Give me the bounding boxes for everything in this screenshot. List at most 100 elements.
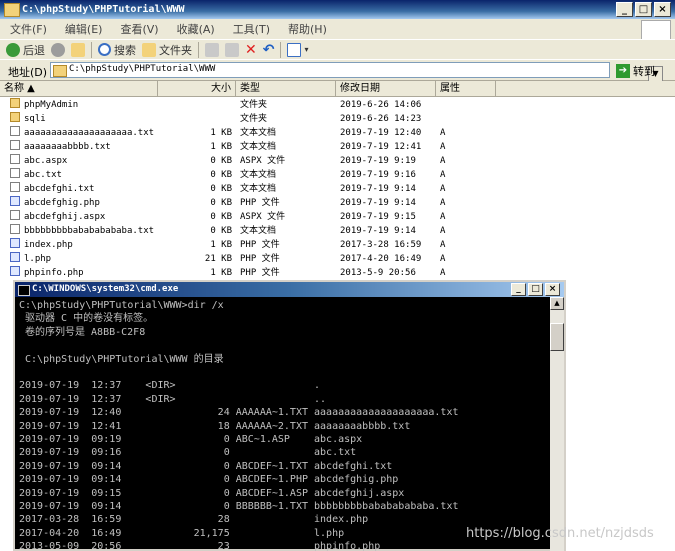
toolbar-divider	[91, 41, 92, 58]
column-modified[interactable]: 修改日期	[336, 81, 436, 96]
file-type: 文本文档	[240, 142, 277, 152]
go-button[interactable]: ➔ 转到	[616, 63, 655, 79]
column-type[interactable]: 类型	[236, 81, 336, 96]
file-type: ASPX 文件	[240, 156, 286, 166]
copy-to-icon	[225, 42, 239, 57]
file-size: 1 KB	[210, 240, 232, 250]
console-line: 2019-07-19 09:14 0 ABCDEF~1.PHP abcdefgh…	[19, 474, 399, 486]
file-name: aaaaaaaabbbb.txt	[24, 142, 111, 152]
address-input[interactable]: C:\phpStudy\PHPTutorial\WWW ▼	[50, 62, 663, 82]
undo-icon: ↶	[262, 41, 275, 58]
file-name: index.php	[24, 240, 73, 250]
file-type: 文件夹	[240, 114, 268, 124]
text-file-icon	[10, 168, 20, 178]
watermark: https://blog.csdn.net/nzjdsds	[466, 526, 654, 541]
file-modified: 2019-6-26 14:23	[340, 114, 422, 124]
console-line: 2019-07-19 09:14 0 ABCDEF~1.TXT abcdefgh…	[19, 460, 393, 472]
file-row[interactable]: abcdefghi.txt 0 KB 文本文档 2019-7-19 9:14 A	[0, 182, 480, 196]
text-file-icon	[10, 182, 20, 192]
windows-logo-icon	[641, 20, 671, 40]
menu-item[interactable]: 编辑(E)	[65, 21, 103, 37]
folder-up-icon	[71, 42, 85, 57]
cmd-minimize-button[interactable]: _	[511, 283, 526, 296]
text-file-icon	[10, 140, 20, 150]
file-size: 21 KB	[204, 254, 232, 264]
file-modified: 2019-6-26 14:06	[340, 100, 422, 110]
move-to-button[interactable]	[205, 42, 219, 57]
scroll-up-icon[interactable]: ▲	[550, 297, 564, 310]
undo-button[interactable]: ↶	[263, 42, 275, 58]
file-name: aaaaaaaaaaaaaaaaaaaa.txt	[24, 128, 155, 138]
chevron-down-icon: ▾	[304, 45, 309, 54]
explorer-titlebar[interactable]: C:\phpStudy\PHPTutorial\WWW _ □ ×	[0, 0, 675, 19]
file-name: sqli	[24, 114, 46, 124]
file-attributes: A	[440, 226, 446, 236]
column-attributes[interactable]: 属性	[436, 81, 496, 96]
file-row[interactable]: aaaaaaaaaaaaaaaaaaaa.txt 1 KB 文本文档 2019-7-1…	[0, 126, 480, 140]
file-row[interactable]: index.php 1 KB PHP 文件 2017-3-28 16:59 A	[0, 238, 480, 252]
folder-icon	[10, 112, 20, 122]
folder-icon	[4, 3, 20, 17]
close-button[interactable]: ×	[654, 2, 671, 17]
file-type: ASPX 文件	[240, 212, 286, 222]
file-type: 文件夹	[240, 100, 268, 110]
file-modified: 2019-7-19 9:14	[340, 184, 416, 194]
file-row[interactable]: sqli 文件夹 2019-6-26 14:23	[0, 112, 480, 126]
forward-button[interactable]	[51, 42, 65, 57]
file-row[interactable]: phpinfo.php 1 KB PHP 文件 2013-5-9 20:56 A	[0, 266, 480, 280]
file-type: 文本文档	[240, 170, 277, 180]
file-modified: 2019-7-19 9:16	[340, 170, 416, 180]
maximize-button[interactable]: □	[635, 2, 652, 17]
php-file-icon	[10, 252, 20, 262]
back-arrow-icon	[6, 42, 20, 57]
column-size[interactable]: 大小	[158, 81, 236, 96]
folders-icon	[142, 42, 156, 57]
views-button[interactable]: ▾	[287, 42, 309, 57]
copy-to-button[interactable]	[225, 42, 239, 57]
file-modified: 2019-7-19 9:14	[340, 198, 416, 208]
file-row[interactable]: bbbbbbbbbabababababa.txt 0 KB 文本文档 2019-7-1…	[0, 224, 480, 238]
column-name[interactable]: 名称 ▲	[0, 81, 158, 96]
file-row[interactable]: abc.aspx 0 KB ASPX 文件 2019-7-19 9:19 A	[0, 154, 480, 168]
menu-item[interactable]: 查看(V)	[120, 21, 158, 37]
php-file-icon	[10, 238, 20, 248]
menu-item[interactable]: 帮助(H)	[288, 21, 327, 37]
cmd-maximize-button[interactable]: □	[528, 283, 543, 296]
back-button[interactable]: 后退	[6, 42, 45, 58]
file-row[interactable]: abcdefghij.aspx 0 KB ASPX 文件 2019-7-19 9:15…	[0, 210, 480, 224]
file-name: phpMyAdmin	[24, 100, 79, 110]
file-type: 文本文档	[240, 128, 277, 138]
file-name: l.php	[24, 254, 52, 264]
console-line: 2017-04-20 16:49 21,175 l.php	[19, 527, 345, 539]
file-type: 文本文档	[240, 184, 277, 194]
minimize-button[interactable]: _	[616, 2, 633, 17]
file-row[interactable]: aaaaaaaabbbb.txt 1 KB 文本文档 2019-7-19 12:41 A	[0, 140, 480, 154]
menu-item[interactable]: 文件(F)	[10, 21, 47, 37]
cmd-scrollbar[interactable]: ▲	[550, 297, 564, 551]
cmd-titlebar[interactable]: C:\WINDOWS\system32\cmd.exe _ □ ×	[15, 282, 564, 297]
delete-button[interactable]: ✕	[245, 42, 257, 58]
file-type: PHP 文件	[240, 254, 280, 264]
folders-button[interactable]: 文件夹	[142, 42, 192, 58]
toolbar: 后退 搜索 文件夹 ✕ ↶ ▾	[0, 39, 675, 59]
folder-icon	[10, 98, 20, 108]
file-row[interactable]: phpMyAdmin 文件夹 2019-6-26 14:06	[0, 98, 480, 112]
console-output[interactable]: C:\phpStudy\PHPTutorial\WWW>dir /x 驱动器 C…	[19, 299, 549, 551]
cmd-close-button[interactable]: ×	[545, 283, 560, 296]
console-line: 2019-07-19 09:14 0 BBBBBB~1.TXT bbbbbbbb…	[19, 501, 459, 512]
search-button[interactable]: 搜索	[98, 42, 136, 58]
file-row[interactable]: abcdefghig.php 0 KB PHP 文件 2019-7-19 9:14 A	[0, 196, 480, 210]
views-icon	[287, 42, 302, 57]
file-type: 文本文档	[240, 226, 277, 236]
file-row[interactable]: abc.txt 0 KB 文本文档 2019-7-19 9:16 A	[0, 168, 480, 182]
file-attributes: A	[440, 128, 446, 138]
address-label: 地址(D)	[8, 66, 48, 79]
scroll-thumb[interactable]	[550, 323, 564, 351]
file-size: 0 KB	[210, 184, 232, 194]
toolbar-divider	[280, 41, 282, 58]
menu-item[interactable]: 工具(T)	[233, 21, 270, 37]
up-button[interactable]	[71, 42, 85, 57]
menu-item[interactable]: 收藏(A)	[177, 21, 215, 37]
go-arrow-icon: ➔	[616, 64, 630, 78]
file-row[interactable]: l.php 21 KB PHP 文件 2017-4-20 16:49 A	[0, 252, 480, 266]
